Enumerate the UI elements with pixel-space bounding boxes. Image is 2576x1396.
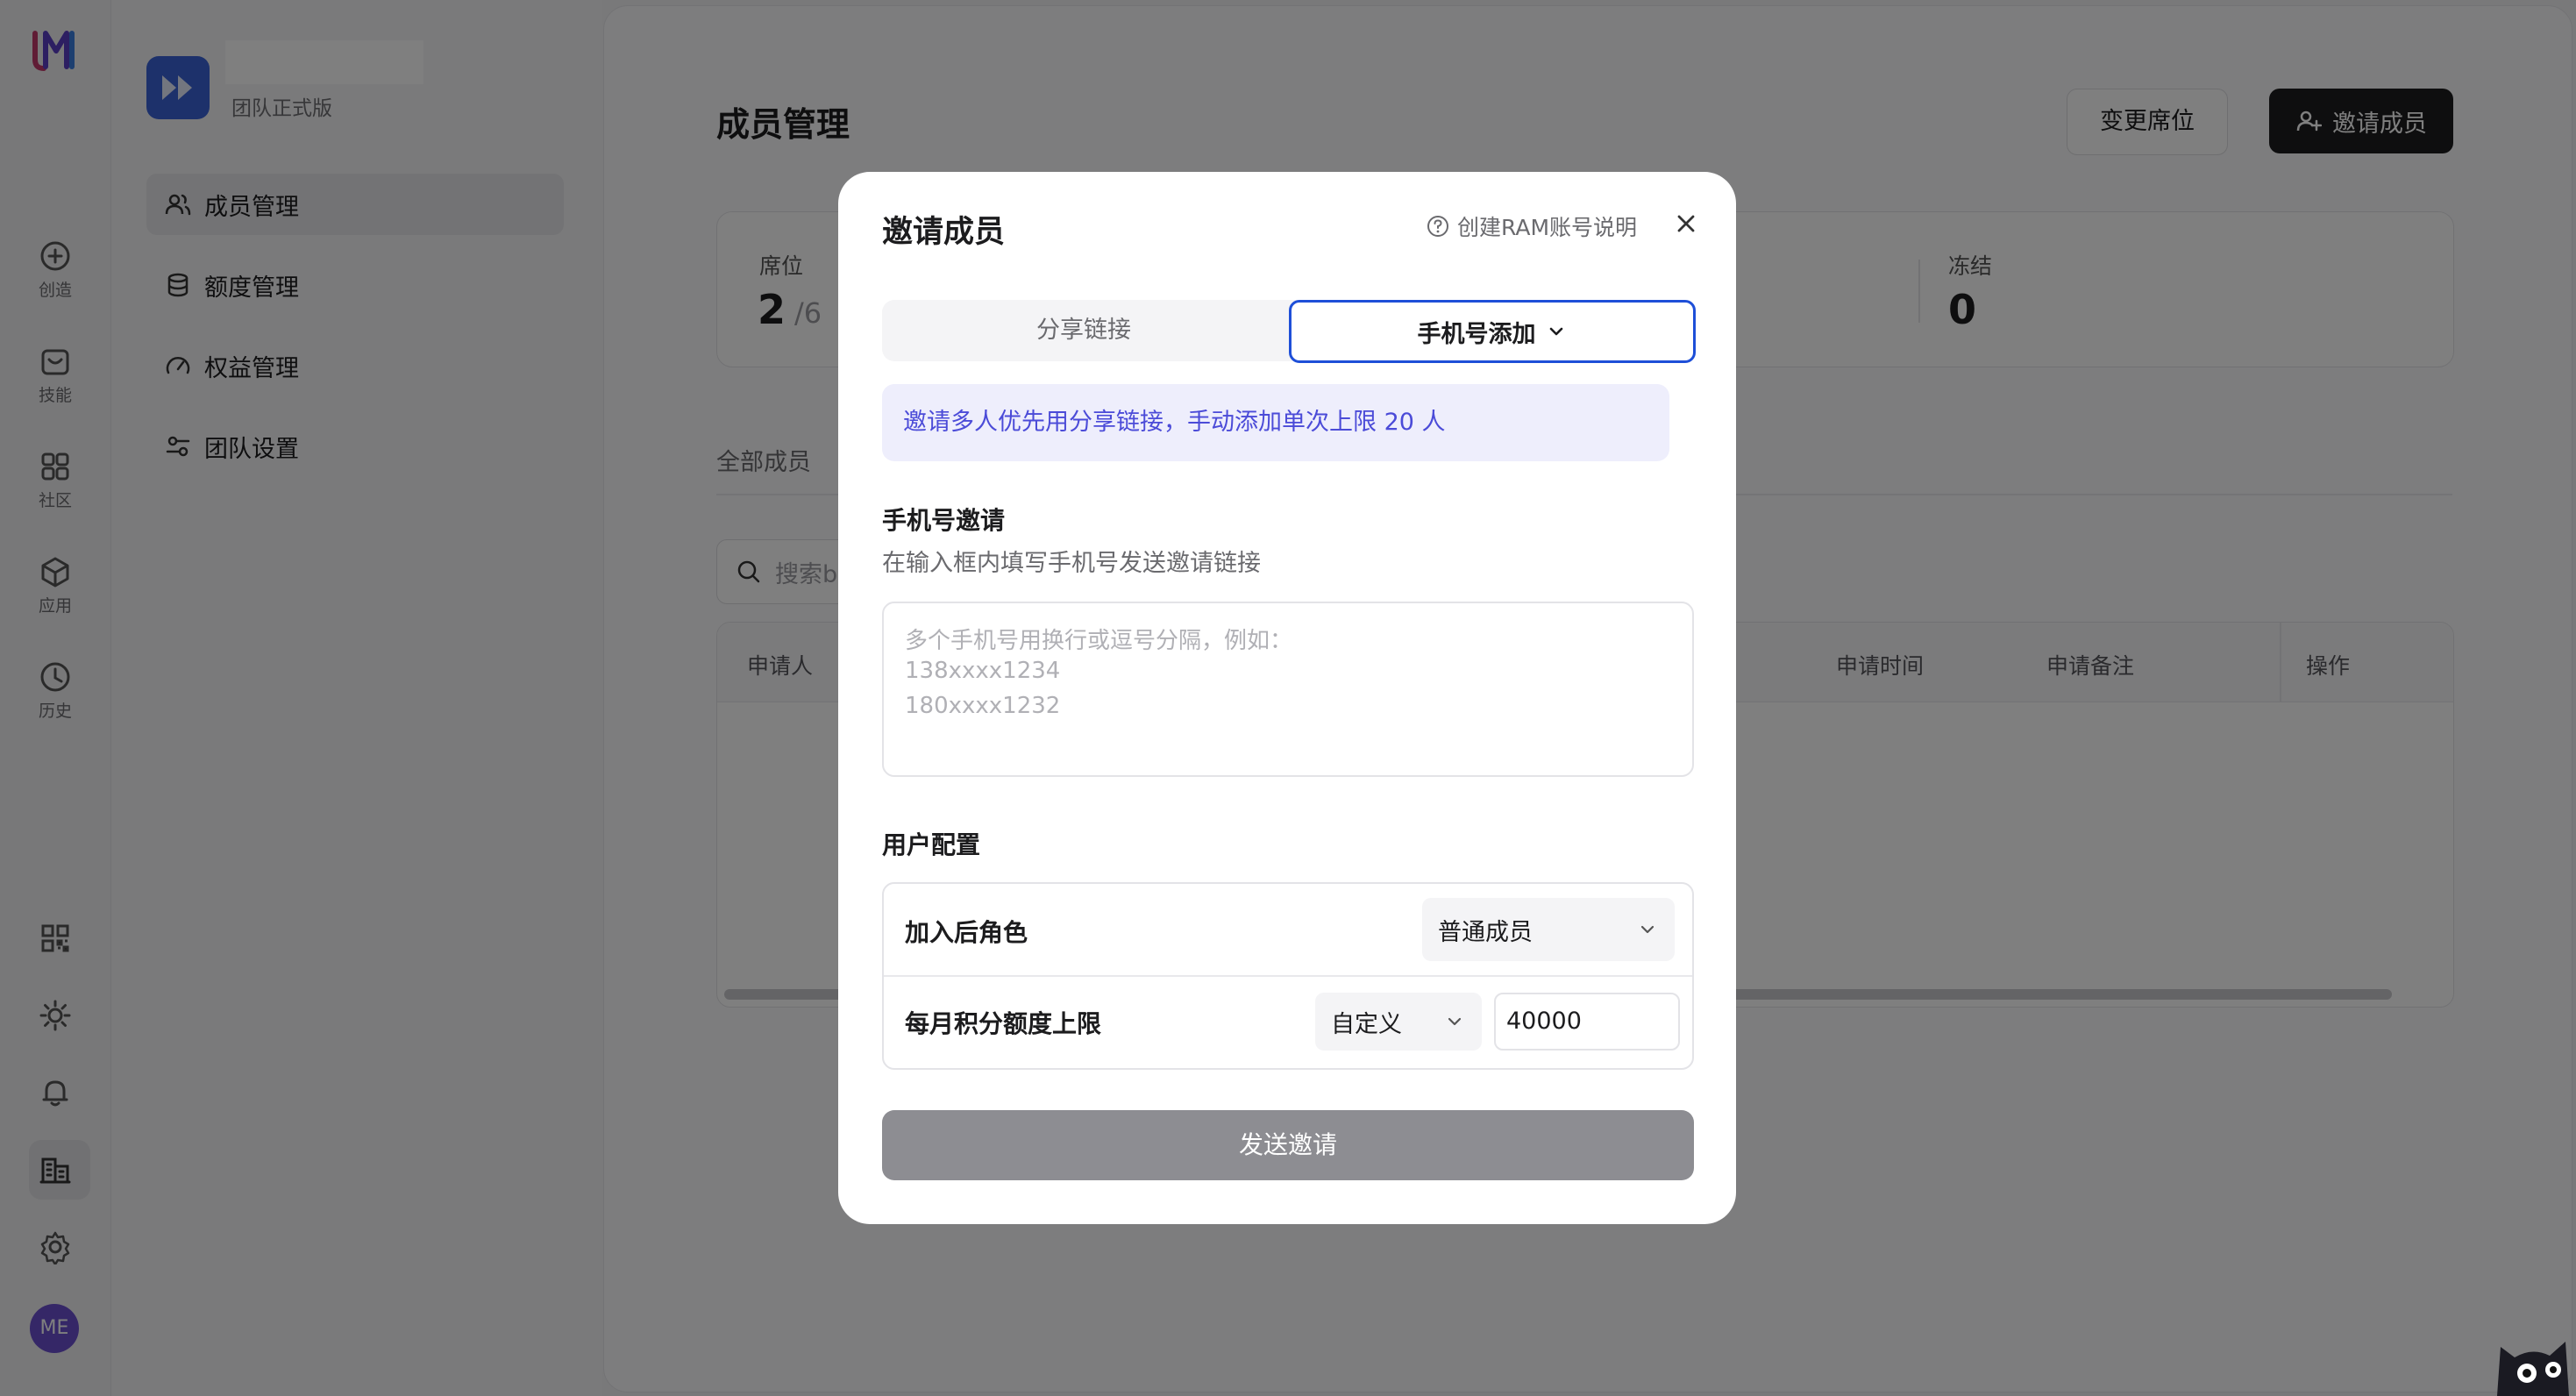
config-divider	[884, 975, 1692, 977]
invite-method-switch: 分享链接 手机号添加	[882, 300, 1696, 363]
quota-mode-select[interactable]: 自定义	[1315, 993, 1482, 1051]
quota-label: 每月积分额度上限	[905, 1009, 1102, 1038]
ram-help-link[interactable]: 创建RAM账号说明	[1426, 210, 1637, 242]
info-notice: 邀请多人优先用分享链接，手动添加单次上限 20 人	[882, 384, 1669, 461]
close-icon[interactable]	[1671, 209, 1701, 239]
help-circle-icon	[1427, 216, 1448, 237]
phone-invite-title: 手机号邀请	[882, 506, 1006, 535]
dialog-title: 邀请成员	[882, 215, 1006, 250]
tab-share-link[interactable]: 分享链接	[882, 300, 1285, 361]
cat-mascot-icon[interactable]	[2488, 1312, 2576, 1396]
quota-mode-value: 自定义	[1331, 1010, 1402, 1038]
role-select[interactable]: 普通成员	[1422, 898, 1675, 961]
phone-invite-description: 在输入框内填写手机号发送邀请链接	[882, 550, 1261, 577]
ram-help-label: 创建RAM账号说明	[1457, 215, 1638, 240]
chevron-down-icon	[1640, 925, 1654, 934]
quota-amount-input[interactable]: 40000	[1494, 993, 1680, 1051]
chevron-down-icon	[1448, 1017, 1462, 1026]
send-invite-button[interactable]: 发送邀请	[882, 1110, 1694, 1180]
role-label: 加入后角色	[905, 918, 1028, 947]
user-config-panel: 加入后角色 普通成员 每月积分额度上限 自定义 40000	[882, 882, 1694, 1070]
phone-numbers-textarea[interactable]: 多个手机号用换行或逗号分隔，例如： 138xxxx1234 180xxxx123…	[882, 602, 1694, 777]
role-select-value: 普通成员	[1438, 918, 1533, 946]
user-config-title: 用户配置	[882, 830, 981, 859]
invite-member-dialog: 邀请成员 创建RAM账号说明 分享链接 手机号添加 邀请多人优先用分享链接，手动…	[838, 172, 1736, 1224]
placeholder-line: 多个手机号用换行或逗号分隔，例如：	[905, 628, 1293, 654]
tab-phone-add-label: 手机号添加	[1417, 320, 1536, 348]
chevron-down-icon	[1549, 327, 1562, 336]
tab-phone-add[interactable]: 手机号添加	[1289, 300, 1696, 363]
placeholder-line: 138xxxx1234	[905, 658, 1061, 684]
placeholder-line: 180xxxx1232	[905, 693, 1061, 719]
